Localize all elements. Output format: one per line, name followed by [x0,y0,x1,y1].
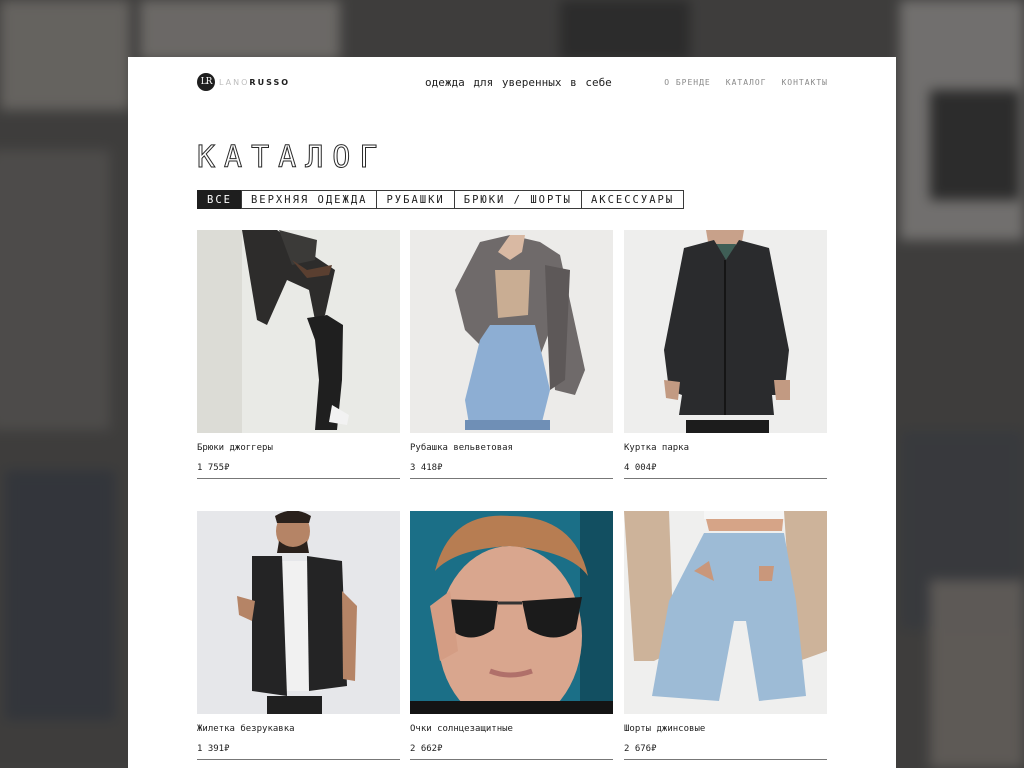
product-photo[interactable] [624,230,827,433]
nav-link-about[interactable]: О БРЕНДЕ [664,78,711,87]
logo-mark-icon: LR [197,73,215,91]
category-filter-tabs: ВСЕ ВЕРХНЯЯ ОДЕЖДА РУБАШКИ БРЮКИ / ШОРТЫ… [197,190,685,209]
product-photo[interactable] [197,511,400,714]
filter-tab-accessories[interactable]: АКСЕССУАРЫ [580,190,685,209]
product-card[interactable]: Куртка парка 4 004₽ [624,230,827,479]
filter-tab-all[interactable]: ВСЕ [197,190,242,209]
product-price: 1 755₽ [197,463,230,473]
product-card[interactable]: Брюки джоггеры 1 755₽ [197,230,400,479]
product-card[interactable]: Рубашка вельветовая 3 418₽ [410,230,613,479]
product-price: 2 676₽ [624,744,657,754]
product-photo[interactable] [410,230,613,433]
product-price: 1 391₽ [197,744,230,754]
card-divider [624,478,827,479]
product-photo[interactable] [197,230,400,433]
product-photo[interactable] [410,511,613,714]
logo-text-light: LANO [219,77,250,87]
product-name: Куртка парка [624,443,690,453]
filter-tab-pants-shorts[interactable]: БРЮКИ / ШОРТЫ [453,190,582,209]
product-card[interactable]: Жилетка безрукавка 1 391₽ [197,511,400,760]
nav-link-contacts[interactable]: КОНТАКТЫ [781,78,828,87]
card-divider [624,759,827,760]
filter-tab-shirts[interactable]: РУБАШКИ [376,190,455,209]
product-card[interactable]: Шорты джинсовые 2 676₽ [624,511,827,760]
product-name: Шорты джинсовые [624,724,706,734]
main-nav: О БРЕНДЕ КАТАЛОГ КОНТАКТЫ [664,78,828,87]
product-price: 2 662₽ [410,744,443,754]
logo-text-bold: RUSSO [249,77,291,87]
brand-tagline: одежда для уверенных в себе [425,76,612,89]
site-header: LR LANO RUSSO одежда для уверенных в себ… [128,57,896,109]
product-name: Рубашка вельветовая [410,443,513,453]
card-divider [197,478,400,479]
product-name: Очки солнцезащитные [410,724,513,734]
card-divider [410,759,613,760]
product-price: 4 004₽ [624,463,657,473]
product-name: Брюки джоггеры [197,443,273,453]
product-price: 3 418₽ [410,463,443,473]
page-title: КАТАЛОГ [196,140,387,175]
card-divider [410,478,613,479]
card-divider [197,759,400,760]
brand-logo[interactable]: LR LANO RUSSO [197,73,290,91]
filter-tab-outerwear[interactable]: ВЕРХНЯЯ ОДЕЖДА [240,190,378,209]
catalog-page: LR LANO RUSSO одежда для уверенных в себ… [128,57,896,768]
product-card[interactable]: Очки солнцезащитные 2 662₽ [410,511,613,760]
product-photo[interactable] [624,511,827,714]
product-name: Жилетка безрукавка [197,724,295,734]
nav-link-catalog[interactable]: КАТАЛОГ [726,78,767,87]
